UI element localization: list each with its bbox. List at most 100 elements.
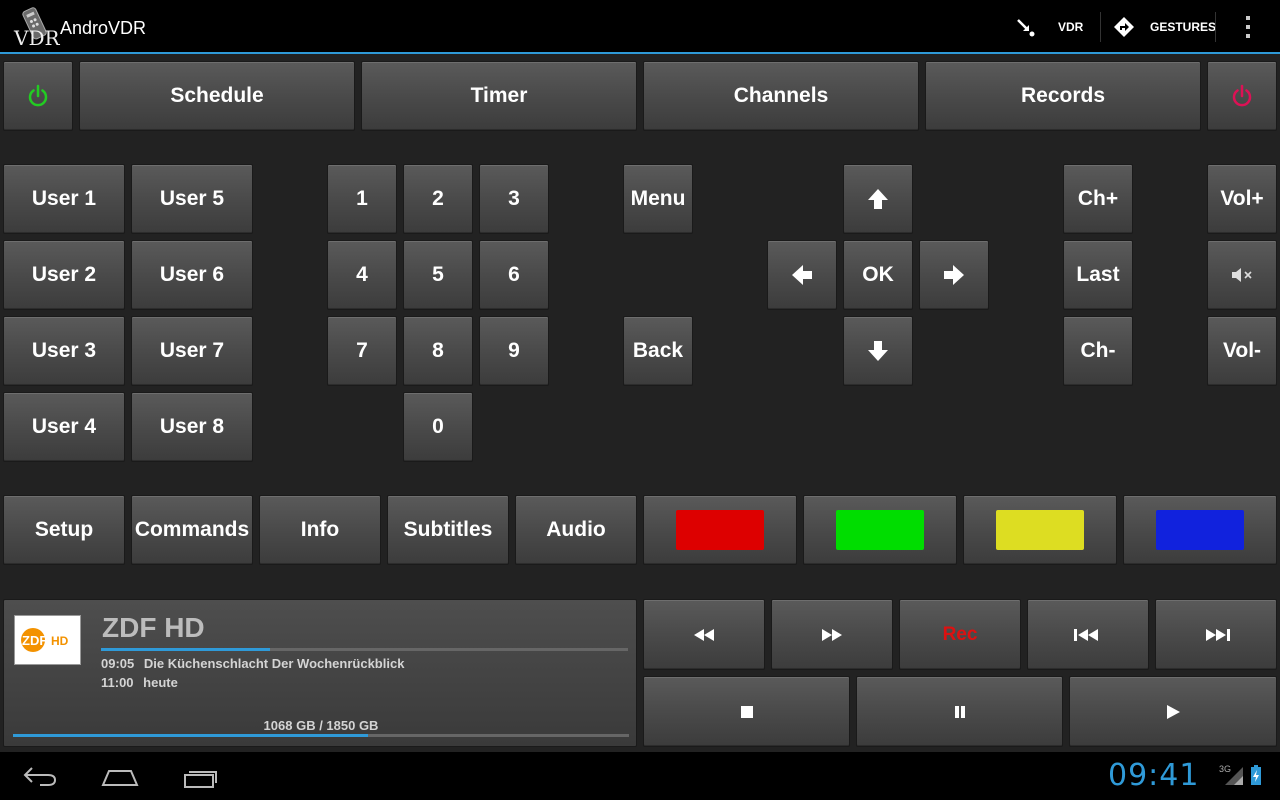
user-6-button[interactable]: User 6 xyxy=(131,240,253,310)
skip-forward-icon xyxy=(1201,628,1231,642)
info-button[interactable]: Info xyxy=(259,495,381,565)
channel-down-button[interactable]: Ch- xyxy=(1063,316,1133,386)
epg-next-time: 11:00 xyxy=(101,675,134,690)
channel-name: ZDF HD xyxy=(102,612,205,643)
number-1-button[interactable]: 1 xyxy=(327,164,397,234)
red-swatch xyxy=(676,510,764,550)
app-logo[interactable]: VDR xyxy=(13,6,60,50)
channel-logo-zdf: ZDF xyxy=(22,633,47,648)
play-icon xyxy=(1165,704,1181,720)
channels-button[interactable]: Channels xyxy=(643,61,919,131)
rewind-icon xyxy=(692,628,716,642)
arrow-right-icon xyxy=(942,263,966,287)
epg-now-title: Die Küchenschlacht Der Wochenrückblick xyxy=(143,656,405,671)
skip-forward-button[interactable] xyxy=(1155,599,1277,670)
user-5-button[interactable]: User 5 xyxy=(131,164,253,234)
volume-down-button[interactable]: Vol- xyxy=(1207,316,1277,386)
volume-up-button[interactable]: Vol+ xyxy=(1207,164,1277,234)
overflow-menu-button[interactable] xyxy=(1238,0,1258,54)
number-4-button[interactable]: 4 xyxy=(327,240,397,310)
skip-back-button[interactable] xyxy=(1027,599,1149,670)
epg-now: 09:05 Die Küchenschlacht Der Wochenrückb… xyxy=(101,656,404,671)
program-progress-fill xyxy=(101,648,270,651)
power-off-button[interactable] xyxy=(1207,61,1277,131)
program-progress-bar xyxy=(101,648,628,651)
up-button[interactable] xyxy=(843,164,913,234)
back-nav-icon[interactable] xyxy=(22,766,58,786)
user-3-button[interactable]: User 3 xyxy=(3,316,125,386)
disk-usage-text: 1068 GB / 1850 GB xyxy=(263,718,379,733)
user-7-button[interactable]: User 7 xyxy=(131,316,253,386)
back-button[interactable]: Back xyxy=(623,316,693,386)
pause-icon xyxy=(953,705,967,719)
record-button[interactable]: Rec xyxy=(899,599,1021,670)
number-7-button[interactable]: 7 xyxy=(327,316,397,386)
setup-button[interactable]: Setup xyxy=(3,495,125,565)
vdr-connect-icon xyxy=(1014,16,1036,38)
number-9-button[interactable]: 9 xyxy=(479,316,549,386)
commands-button[interactable]: Commands xyxy=(131,495,253,565)
number-6-button[interactable]: 6 xyxy=(479,240,549,310)
yellow-swatch xyxy=(996,510,1084,550)
clock: 09:41 xyxy=(1108,758,1200,793)
divider xyxy=(1100,12,1101,42)
down-button[interactable] xyxy=(843,316,913,386)
timer-button[interactable]: Timer xyxy=(361,61,637,131)
last-channel-button[interactable]: Last xyxy=(1063,240,1133,310)
fast-forward-button[interactable] xyxy=(771,599,893,670)
gestures-button[interactable]: GESTURES xyxy=(1113,0,1216,54)
channel-up-button[interactable]: Ch+ xyxy=(1063,164,1133,234)
channel-logo: ZDF HD xyxy=(14,615,81,665)
blue-key-button[interactable] xyxy=(1123,495,1277,565)
arrow-up-icon xyxy=(866,187,890,211)
epg-next: 11:00 heute xyxy=(101,675,178,690)
ok-button[interactable]: OK xyxy=(843,240,913,310)
menu-button[interactable]: Menu xyxy=(623,164,693,234)
user-8-button[interactable]: User 8 xyxy=(131,392,253,462)
number-3-button[interactable]: 3 xyxy=(479,164,549,234)
arrow-down-icon xyxy=(866,339,890,363)
power-icon xyxy=(26,84,50,108)
user-2-button[interactable]: User 2 xyxy=(3,240,125,310)
epg-next-title: heute xyxy=(143,675,178,690)
schedule-button[interactable]: Schedule xyxy=(79,61,355,131)
channel-info-panel[interactable]: ZDF HD ZDF HD 09:05 Die Küchenschlacht D… xyxy=(3,599,637,747)
epg-now-time: 09:05 xyxy=(101,656,135,671)
blue-swatch xyxy=(1156,510,1244,550)
battery-icon xyxy=(1250,764,1262,786)
number-5-button[interactable]: 5 xyxy=(403,240,473,310)
rewind-button[interactable] xyxy=(643,599,765,670)
recent-apps-icon[interactable] xyxy=(183,767,219,789)
mute-button[interactable] xyxy=(1207,240,1277,310)
play-button[interactable] xyxy=(1069,676,1277,747)
right-button[interactable] xyxy=(919,240,989,310)
left-button[interactable] xyxy=(767,240,837,310)
app-title: AndroVDR xyxy=(60,18,147,38)
yellow-key-button[interactable] xyxy=(963,495,1117,565)
user-1-button[interactable]: User 1 xyxy=(3,164,125,234)
user-4-button[interactable]: User 4 xyxy=(3,392,125,462)
vdr-connect-button[interactable]: VDR xyxy=(1014,0,1083,54)
green-key-button[interactable] xyxy=(803,495,957,565)
mute-icon xyxy=(1231,267,1253,283)
stop-button[interactable] xyxy=(643,676,850,747)
gestures-icon xyxy=(1113,16,1135,38)
green-swatch xyxy=(836,510,924,550)
app-logo-text: VDR xyxy=(14,26,60,50)
subtitles-button[interactable]: Subtitles xyxy=(387,495,509,565)
power-on-button[interactable] xyxy=(3,61,73,131)
pause-button[interactable] xyxy=(856,676,1063,747)
overflow-menu-icon xyxy=(1245,15,1251,39)
number-2-button[interactable]: 2 xyxy=(403,164,473,234)
red-key-button[interactable] xyxy=(643,495,797,565)
arrow-left-icon xyxy=(790,263,814,287)
home-nav-icon[interactable] xyxy=(101,765,139,787)
fast-forward-icon xyxy=(820,628,844,642)
channel-logo-hd: HD xyxy=(51,634,69,648)
gestures-label: GESTURES xyxy=(1150,20,1217,34)
number-8-button[interactable]: 8 xyxy=(403,316,473,386)
audio-button[interactable]: Audio xyxy=(515,495,637,565)
divider xyxy=(1215,12,1216,42)
records-button[interactable]: Records xyxy=(925,61,1201,131)
number-0-button[interactable]: 0 xyxy=(403,392,473,462)
